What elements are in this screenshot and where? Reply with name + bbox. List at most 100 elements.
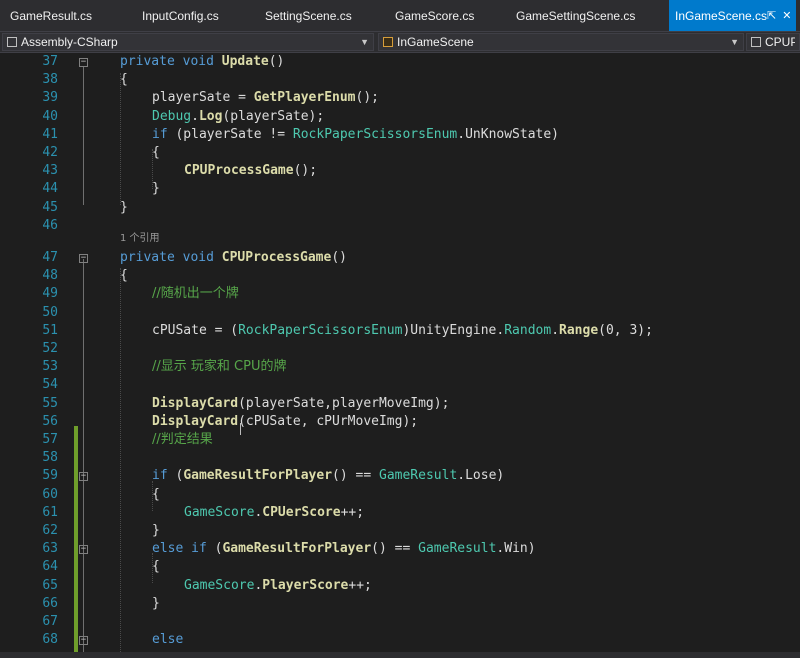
tab-gameresult-cs[interactable]: GameResult.cs <box>0 0 132 31</box>
code-text: { <box>120 268 128 283</box>
line-number: 38 <box>42 72 58 87</box>
tab-label: GameScore.cs <box>395 8 475 23</box>
collapse-icon[interactable]: − <box>79 545 88 554</box>
member-label: CPUPr <box>765 35 795 49</box>
close-icon[interactable]: ✕ <box>782 9 791 22</box>
code-editor[interactable]: 1 个引用 37 private void Update() −38{39 playe… <box>0 53 800 658</box>
line-number: 63 <box>42 541 58 556</box>
code-text: cPUSate = (RockPaperScissorsEnum)UnityEn… <box>152 323 653 338</box>
line-number: 42 <box>42 145 58 160</box>
line-number: 41 <box>42 127 58 142</box>
code-text: GameScore.PlayerScore++; <box>184 578 372 593</box>
tab-label: GameResult.cs <box>10 8 93 23</box>
tab-label: SettingScene.cs <box>265 8 352 23</box>
class-dropdown[interactable]: InGameScene ▼ <box>378 33 744 51</box>
tab-ingamescene-cs[interactable]: InGameScene.cs ⇱ ✕ <box>669 0 796 31</box>
collapse-icon[interactable]: − <box>79 254 88 263</box>
line-number: 58 <box>42 450 58 465</box>
line-number: 45 <box>42 200 58 215</box>
code-text: GameScore.CPUerScore++; <box>184 505 365 520</box>
class-label: InGameScene <box>397 35 474 49</box>
line-number: 54 <box>42 377 58 392</box>
line-number: 64 <box>42 559 58 574</box>
pin-icon[interactable]: ⇱ <box>767 9 776 22</box>
tab-actions: ⇱ ✕ <box>767 9 791 22</box>
line-number: 68 <box>42 632 58 647</box>
indent-guide <box>152 149 153 189</box>
code-text: else if (GameResultForPlayer() == GameRe… <box>152 541 536 556</box>
line-number: 60 <box>42 487 58 502</box>
code-text: { <box>152 145 160 160</box>
line-number: 55 <box>42 396 58 411</box>
line-number: 50 <box>42 305 58 320</box>
line-number: 46 <box>42 218 58 233</box>
line-number: 56 <box>42 414 58 429</box>
line-number: 37 <box>42 54 58 69</box>
text-cursor <box>240 423 246 435</box>
indent-guide <box>120 268 121 658</box>
tab-gamesettingscene-cs[interactable]: GameSettingScene.cs <box>506 0 663 31</box>
indent-guide <box>152 553 153 583</box>
line-number: 39 <box>42 90 58 105</box>
project-icon <box>7 37 17 47</box>
indent-guide <box>120 73 121 205</box>
line-number: 62 <box>42 523 58 538</box>
chevron-down-icon: ▼ <box>360 37 369 47</box>
code-text: Debug.Log(playerSate); <box>152 109 325 124</box>
collapse-icon[interactable]: − <box>79 636 88 645</box>
tab-settingscene-cs[interactable]: SettingScene.cs <box>255 0 385 31</box>
code-text: private void Update() <box>120 54 285 69</box>
line-number: 52 <box>42 341 58 356</box>
collapse-icon[interactable]: − <box>79 472 88 481</box>
code-text: //随机出一个牌 <box>152 286 239 301</box>
code-text: //显示 玩家和 CPU的牌 <box>152 359 287 374</box>
tab-label: InGameScene.cs <box>675 8 768 23</box>
tab-inputconfig-cs[interactable]: InputConfig.cs <box>132 0 255 31</box>
line-number: 61 <box>42 505 58 520</box>
code-line: 37 private void Update() − <box>0 53 800 71</box>
code-text: { <box>120 72 128 87</box>
code-text: DisplayCard(playerSate,playerMoveImg); <box>152 396 450 411</box>
code-line: 47 private void CPUProcessGame() − <box>0 249 800 267</box>
line-number: 59 <box>42 468 58 483</box>
code-text: else <box>152 632 184 647</box>
code-text: } <box>152 181 160 196</box>
method-icon <box>751 37 761 47</box>
indent-guide <box>152 481 153 511</box>
code-text: playerSate = GetPlayerEnum(); <box>152 90 379 105</box>
line-number: 66 <box>42 596 58 611</box>
line-number: 44 <box>42 181 58 196</box>
project-dropdown[interactable]: Assembly-CSharp ▼ <box>2 33 374 51</box>
code-text: } <box>152 596 160 611</box>
line-number: 53 <box>42 359 58 374</box>
chevron-down-icon: ▼ <box>730 37 739 47</box>
code-text: if (GameResultForPlayer() == GameResult.… <box>152 468 505 483</box>
code-text: } <box>120 200 128 215</box>
code-text: //判定结果 <box>152 432 213 447</box>
line-number: 49 <box>42 286 58 301</box>
collapse-icon[interactable]: − <box>79 58 88 67</box>
tab-label: GameSettingScene.cs <box>516 8 636 23</box>
code-text: CPUProcessGame(); <box>184 163 318 178</box>
line-number: 65 <box>42 578 58 593</box>
tab-gamescore-cs[interactable]: GameScore.cs <box>385 0 506 31</box>
code-text: DisplayCard(cPUSate, cPUrMoveImg); <box>152 414 419 429</box>
code-text: private void CPUProcessGame() <box>120 250 347 265</box>
status-bar <box>0 652 800 658</box>
line-number: 43 <box>42 163 58 178</box>
line-number: 48 <box>42 268 58 283</box>
code-text: { <box>152 487 160 502</box>
navigation-bar: Assembly-CSharp ▼ InGameScene ▼ CPUPr <box>0 31 800 53</box>
tab-label: InputConfig.cs <box>142 8 219 23</box>
document-tab-bar: GameResult.cs InputConfig.cs SettingScene.… <box>0 0 800 31</box>
class-icon <box>383 37 393 47</box>
code-text: } <box>152 523 160 538</box>
code-line: 46 <box>0 217 800 235</box>
line-number: 47 <box>42 250 58 265</box>
member-dropdown[interactable]: CPUPr <box>746 33 800 51</box>
line-number: 40 <box>42 109 58 124</box>
line-number: 67 <box>42 614 58 629</box>
line-number: 51 <box>42 323 58 338</box>
project-label: Assembly-CSharp <box>21 35 118 49</box>
code-text: if (playerSate != RockPaperScissorsEnum.… <box>152 127 560 142</box>
